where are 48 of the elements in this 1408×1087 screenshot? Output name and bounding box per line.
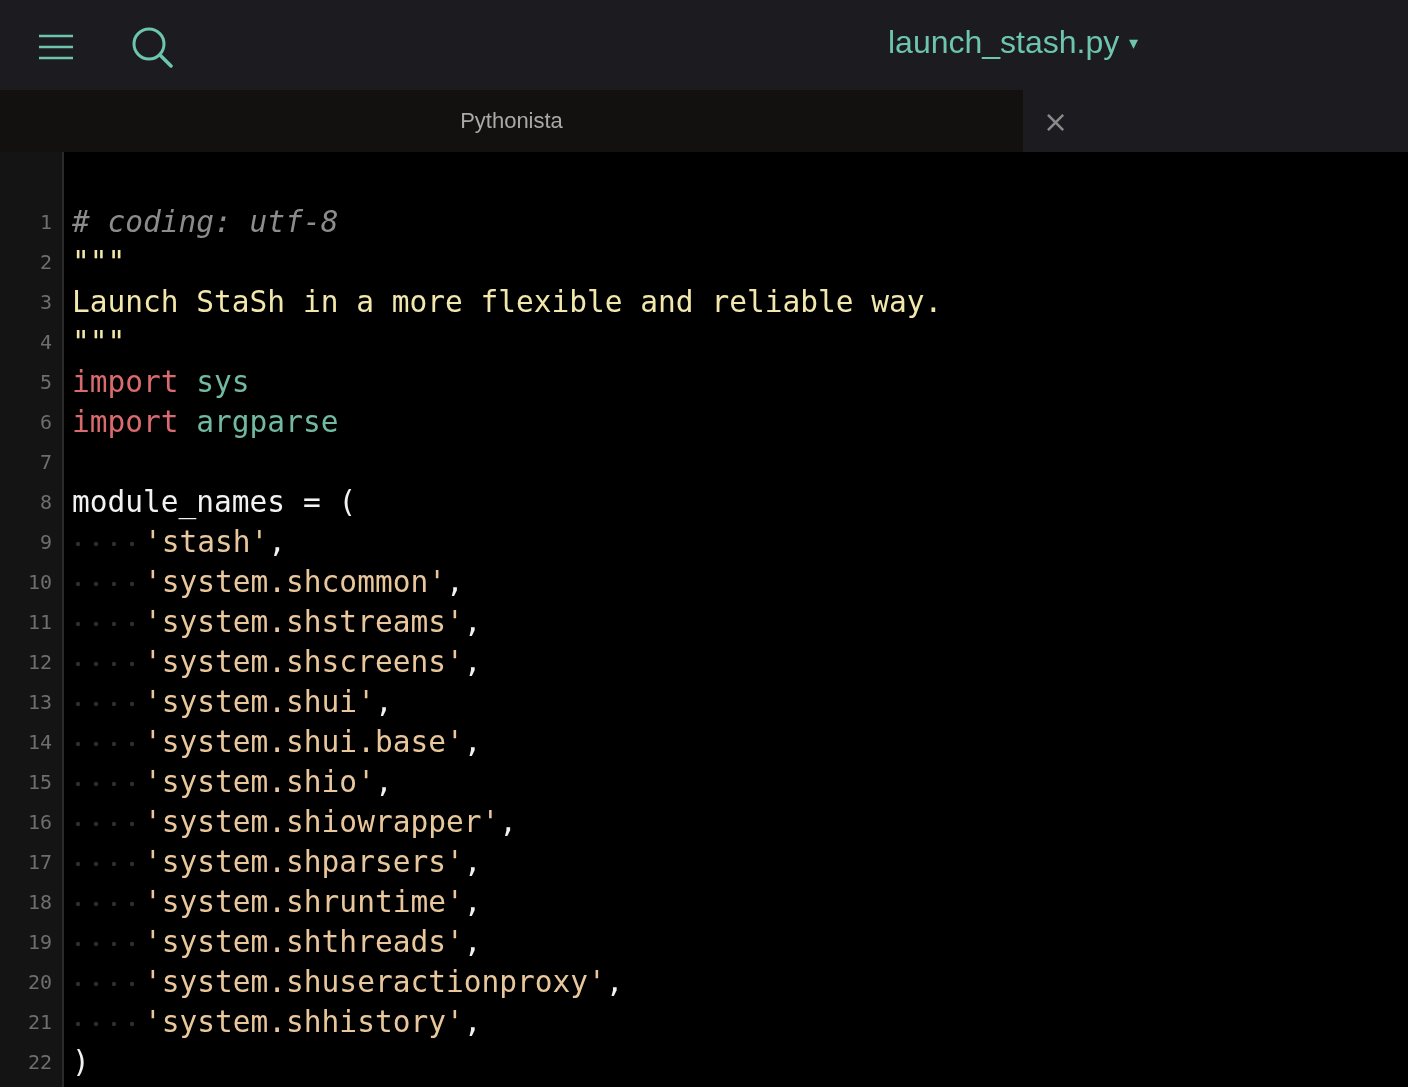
code-line: import argparse [72,404,339,441]
close-button[interactable]: × [1043,90,1067,152]
code-line: 'system.shui.base', [144,724,482,761]
line-number: 8 [38,489,53,516]
line-number: 19 [26,929,53,956]
editor-tab[interactable]: Pythonista [0,90,1023,152]
code-line: import sys [72,364,250,401]
line-number: 6 [38,409,53,436]
line-number: 3 [38,289,53,316]
code-line: 'stash', [144,524,287,561]
line-number: 22 [26,1049,53,1076]
line-number: 2 [38,249,53,276]
line-number: 5 [38,369,53,396]
code-line: 'system.shparsers', [144,844,482,881]
code-line: 'system.shuseractionproxy', [144,964,624,1001]
code-line: """ [72,324,126,361]
line-number: 21 [26,1009,53,1036]
line-number: 13 [26,689,53,716]
line-number: 20 [26,969,53,996]
code-line: Launch StaSh in a more flexible and reliable way. [72,284,943,321]
line-number: 14 [26,729,53,756]
line-number: 15 [26,769,53,796]
line-number: 9 [38,529,53,556]
file-name-dropdown[interactable]: launch_stash.py ▾ [888,24,1139,61]
code-line: ) [72,1044,90,1081]
code-line: # coding: utf-8 [72,204,339,241]
line-number: 12 [26,649,53,676]
search-icon[interactable] [131,26,173,68]
code-line: 'system.shiowrapper', [144,804,517,841]
line-number: 10 [26,569,53,596]
line-number: 4 [38,329,53,356]
line-number: 1 [38,209,53,236]
line-number: 16 [26,809,53,836]
line-number: 11 [26,609,53,636]
code-line: """ [72,244,126,281]
code-line: 'system.shio', [144,764,393,801]
code-line: 'system.shui', [144,684,393,721]
line-number: 18 [26,889,53,916]
line-number: 17 [26,849,53,876]
line-number: 7 [38,449,53,476]
menu-icon[interactable] [39,34,73,60]
code-line: 'system.shstreams', [144,604,482,641]
code-line: 'system.shhistory', [144,1004,482,1041]
code-line: 'system.shscreens', [144,644,482,681]
code-line: module_names = ( [72,484,357,522]
code-line: 'system.shthreads', [144,924,482,961]
code-line: 'system.shruntime', [144,884,482,921]
code-line: 'system.shcommon', [144,564,464,601]
